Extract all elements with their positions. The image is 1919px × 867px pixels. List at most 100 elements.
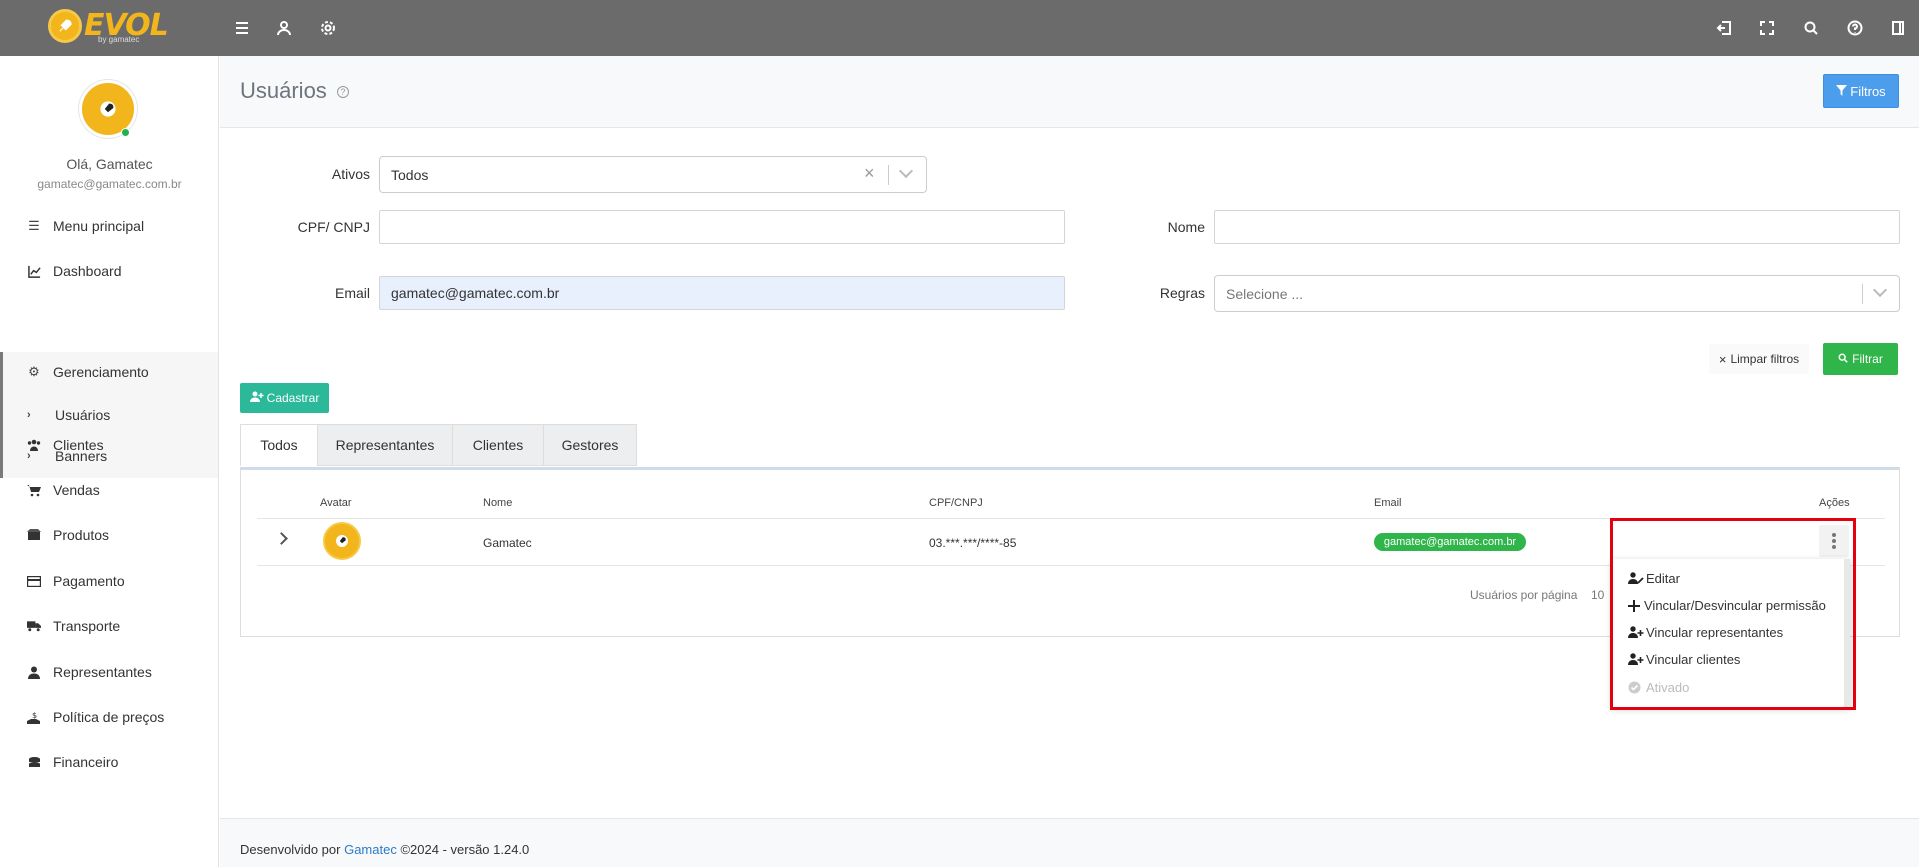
users-icon [27, 438, 41, 452]
sidebar-item-representantes[interactable]: Representantes [0, 652, 218, 692]
gear-icon: ⚙ [28, 364, 40, 379]
ativos-value: Todos [391, 166, 429, 183]
plus-icon [1628, 599, 1642, 612]
tab-clientes[interactable]: Clientes [452, 424, 544, 466]
sidebar-item-vendas[interactable]: Vendas [0, 470, 218, 510]
chevron-right-icon: › [27, 409, 31, 421]
truck-icon [27, 619, 41, 633]
sidebar-item-label: Representantes [53, 664, 152, 680]
user-name: Gamatec [483, 536, 532, 550]
logout-icon[interactable] [1710, 14, 1738, 42]
sidebar-item-label: Produtos [53, 527, 110, 543]
sidebar-item-politica-precos[interactable]: $ Política de preços [0, 697, 218, 737]
select-separator [1862, 284, 1863, 304]
menu-item-vincular-permissao[interactable]: Vincular/Desvincular permissão [1628, 598, 1826, 613]
menu-scrollbar[interactable] [1844, 559, 1850, 707]
tab-label: Clientes [472, 437, 524, 453]
online-status-dot [121, 128, 130, 137]
fullscreen-icon[interactable] [1753, 14, 1781, 42]
sidebar-item-label: Menu principal [53, 218, 145, 234]
sidebar-item-dashboard[interactable]: Dashboard [0, 251, 218, 291]
column-header-cpf: CPF/CNPJ [929, 497, 983, 509]
ativos-select[interactable]: Todos × [379, 156, 927, 193]
row-actions-button[interactable] [1819, 525, 1849, 557]
logo-subtext: by gamatec [98, 35, 140, 44]
page-title: Usuários ? [240, 78, 349, 104]
ativos-label: Ativos [331, 166, 370, 182]
tab-gestores[interactable]: Gestores [543, 424, 637, 466]
box-icon [27, 528, 41, 542]
help-icon[interactable]: ? [336, 86, 349, 99]
sidebar-item-gerenciamento[interactable]: ⚙ Gerenciamento [0, 352, 218, 392]
panel-icon[interactable] [1884, 14, 1912, 42]
sidebar: Olá, Gamatec gamatec@gamatec.com.br ☰ Me… [0, 56, 219, 867]
cart-icon [27, 483, 41, 497]
filtrar-button[interactable]: Filtrar [1823, 343, 1898, 375]
menu-item-vincular-clientes[interactable]: Vincular clientes [1628, 652, 1740, 667]
per-page-select[interactable]: 10 [1591, 588, 1604, 602]
cpf-cnpj-label: CPF/ CNPJ [297, 219, 370, 235]
email-input[interactable]: gamatec@gamatec.com.br [379, 276, 1065, 310]
svg-text:$: $ [32, 711, 37, 720]
filter-icon [1836, 84, 1848, 99]
rocket-logo-icon [48, 8, 82, 43]
sidebar-item-financeiro[interactable]: Financeiro [0, 742, 218, 782]
user-cpf: 03.***.***/****-85 [929, 536, 1017, 550]
footer-prefix: Desenvolvido por [240, 842, 341, 857]
limpar-filtros-button[interactable]: × Limpar filtros [1709, 344, 1809, 374]
menu-item-editar[interactable]: Editar [1628, 571, 1680, 586]
tab-label: Representantes [335, 437, 435, 453]
select-separator [888, 165, 889, 185]
footer-link[interactable]: Gamatec [344, 842, 397, 857]
user-edit-icon [1628, 572, 1644, 585]
nome-label: Nome [1167, 219, 1205, 235]
menu-item-label: Vincular representantes [1646, 625, 1784, 640]
clear-icon[interactable]: × [864, 163, 875, 184]
limpar-filtros-label: Limpar filtros [1730, 352, 1800, 366]
user-icon[interactable] [270, 14, 298, 42]
chevron-right-icon[interactable] [275, 532, 288, 545]
sidebar-item-label: Clientes [53, 437, 104, 453]
kebab-dot [1832, 545, 1836, 549]
menu-item-vincular-representantes[interactable]: Vincular representantes [1628, 625, 1783, 640]
chevron-down-icon[interactable] [1872, 282, 1888, 298]
sidebar-item-label: Política de preços [53, 709, 165, 725]
menu-icon[interactable] [228, 14, 256, 42]
close-icon: × [1718, 351, 1727, 367]
column-header-email: Email [1374, 497, 1402, 509]
sidebar-item-clientes[interactable]: Clientes [0, 425, 218, 465]
per-page-label: Usuários por página [1470, 588, 1578, 602]
cadastrar-button[interactable]: Cadastrar [240, 383, 329, 413]
column-header-nome: Nome [483, 497, 513, 509]
cpf-cnpj-input[interactable] [379, 210, 1065, 244]
menu-item-label: Vincular clientes [1646, 652, 1741, 667]
user-email-badge: gamatec@gamatec.com.br [1374, 533, 1526, 551]
chart-icon [27, 264, 41, 278]
tab-todos[interactable]: Todos [240, 424, 318, 466]
regras-placeholder: Selecione ... [1226, 285, 1304, 302]
tab-label: Todos [260, 437, 298, 453]
search-icon[interactable] [1797, 14, 1825, 42]
sidebar-item-menu-principal[interactable]: ☰ Menu principal [0, 206, 218, 246]
tab-label: Gestores [561, 437, 619, 453]
user-type-tabs: Todos Representantes Clientes Gestores [240, 424, 637, 466]
sidebar-item-transporte[interactable]: Transporte [0, 606, 218, 646]
regras-select[interactable]: Selecione ... [1214, 275, 1900, 312]
sidebar-item-label: Gerenciamento [53, 364, 149, 380]
sidebar-item-produtos[interactable]: Produtos [0, 515, 218, 555]
coins-icon [27, 755, 41, 769]
user-plus-icon [1628, 653, 1644, 666]
filtros-button[interactable]: Filtros [1823, 74, 1899, 108]
user-plus-icon [249, 391, 264, 405]
help-icon[interactable] [1841, 14, 1869, 42]
kebab-dot [1832, 533, 1836, 537]
kebab-dot [1832, 539, 1836, 543]
sidebar-item-pagamento[interactable]: Pagamento [0, 561, 218, 601]
chevron-down-icon[interactable] [898, 163, 914, 179]
nome-input[interactable] [1214, 210, 1900, 244]
gear-icon[interactable] [314, 14, 342, 42]
sidebar-item-label: Transporte [53, 618, 121, 634]
column-header-avatar: Avatar [320, 497, 352, 509]
tab-representantes[interactable]: Representantes [317, 424, 453, 466]
filtros-label: Filtros [1850, 83, 1886, 99]
